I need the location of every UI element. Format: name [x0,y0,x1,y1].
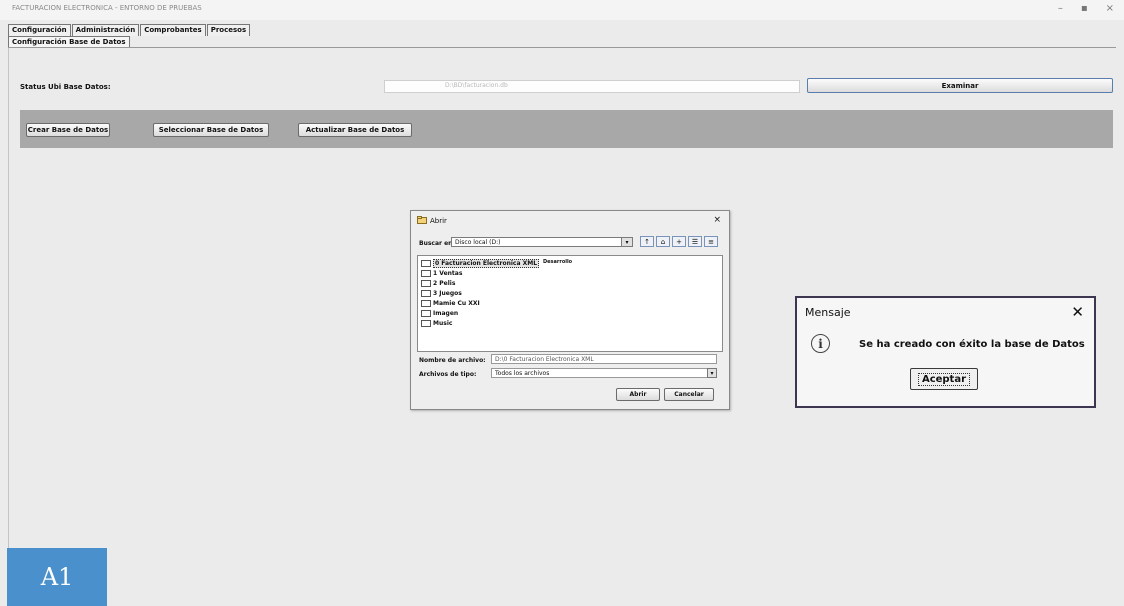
tab-divider [8,47,1116,48]
window-title: FACTURACION ELECTRONICA - ENTORNO DE PRU… [12,4,202,12]
dialog-toolbar: ↑ ⌂ + ☰ ≡ [640,236,718,247]
info-icon: i [811,334,830,353]
list-item[interactable]: Music [421,318,452,328]
close-icon[interactable]: ✕ [1071,303,1084,321]
title-bar: FACTURACION ELECTRONICA - ENTORNO DE PRU… [0,0,1124,20]
folder-icon [421,269,431,277]
filename-input[interactable]: D:\0 Facturacion Electronica XML [491,354,717,364]
folder-icon [421,259,431,267]
status-label: Status Ubi Base Datos: [20,83,111,91]
aceptar-button[interactable]: Aceptar [910,368,978,390]
close-button[interactable]: × [1106,3,1114,14]
database-path-value: D:\BD\facturacion.db [445,82,508,89]
crear-base-datos-button[interactable]: Crear Base de Datos [26,123,110,137]
list-item[interactable]: 0 Facturacion Electronica XML [421,258,540,268]
list-item-extra: Desarrollo [543,259,573,265]
tab-configuracion[interactable]: Configuración [8,24,71,36]
minimize-button[interactable]: – [1058,3,1063,14]
details-view-icon[interactable]: ≡ [704,236,718,247]
chevron-down-icon[interactable]: ▾ [621,237,633,247]
list-item[interactable]: 3 Juegos [421,288,462,298]
list-view-icon[interactable]: ☰ [688,236,702,247]
folder-icon [421,309,431,317]
folder-icon [421,299,431,307]
tab-procesos[interactable]: Procesos [206,24,251,36]
dialog-title-bar: Abrir [417,216,447,226]
cancel-button[interactable]: Cancelar [664,388,714,401]
list-item[interactable]: Mamie Cu XXI [421,298,480,308]
open-button[interactable]: Abrir [616,388,660,401]
message-text: Se ha creado con éxito la base de Datos [859,339,1085,350]
action-panel: Crear Base de Datos Seleccionar Base de … [20,110,1113,148]
message-dialog: Mensaje ✕ i Se ha creado con éxito la ba… [795,296,1096,408]
dialog-close-icon[interactable]: × [713,215,721,225]
folder-icon [421,319,431,327]
list-item[interactable]: Imagen [421,308,458,318]
corner-badge: A1 [7,548,107,606]
database-path-field[interactable]: D:\BD\facturacion.db [384,80,800,93]
actualizar-base-datos-button[interactable]: Actualizar Base de Datos [298,123,412,137]
home-icon[interactable]: ⌂ [656,236,670,247]
message-title: Mensaje [805,306,851,319]
list-item[interactable]: 1 Ventas [421,268,462,278]
folder-icon [421,279,431,287]
look-in-combo[interactable]: Disco local (D:) [451,237,633,247]
filetype-select[interactable]: Todos los archivos [491,368,717,378]
tab-comprobantes[interactable]: Comprobantes [140,24,206,36]
window-controls: – ▪ × [1058,3,1114,14]
examinar-button[interactable]: Examinar [807,78,1113,93]
tab-administracion[interactable]: Administración [71,24,140,36]
up-folder-icon[interactable]: ↑ [640,236,654,247]
new-folder-icon[interactable]: + [672,236,686,247]
filename-label: Nombre de archivo: [419,357,486,364]
content-border [8,48,9,606]
aceptar-label: Aceptar [917,372,971,386]
main-tab-bar: Configuración Administración Comprobante… [8,24,251,36]
folder-icon [421,289,431,297]
seleccionar-base-datos-button[interactable]: Seleccionar Base de Datos [153,123,269,137]
folder-icon [417,216,427,226]
file-open-dialog: Abrir × Buscar en: Disco local (D:) ▾ ↑ … [410,210,730,410]
file-list: 0 Facturacion Electronica XML Desarrollo… [417,255,723,352]
maximize-button[interactable]: ▪ [1081,3,1088,14]
list-item[interactable]: 2 Pelis [421,278,455,288]
filetype-label: Archivos de tipo: [419,371,477,378]
dialog-title: Abrir [430,217,447,225]
chevron-down-icon[interactable]: ▾ [707,368,717,378]
look-in-label: Buscar en: [419,240,455,247]
